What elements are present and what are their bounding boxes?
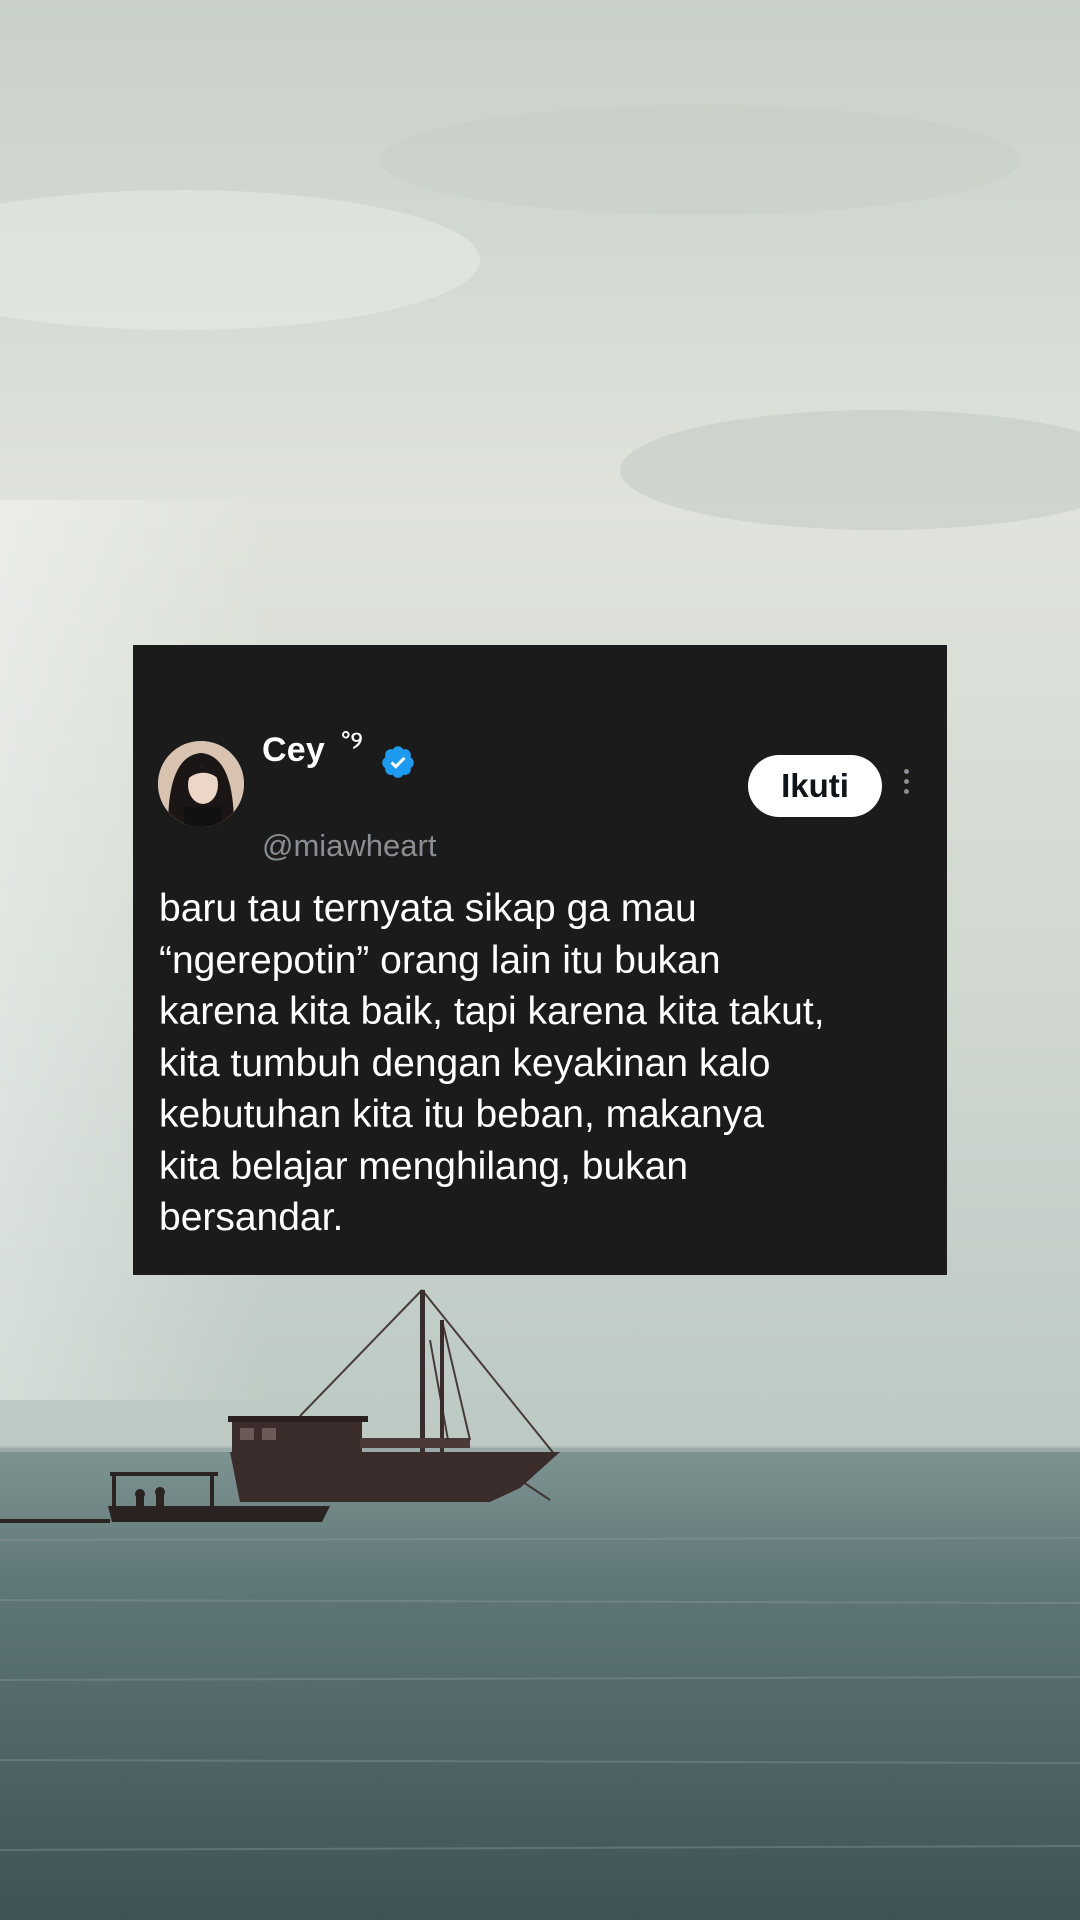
verified-badge-icon [382,746,414,778]
name-emoji: °୨ [341,727,363,754]
tweet-card: Cey °୨ @miawheart Ikuti baru tau ternyat… [133,645,947,1275]
avatar[interactable] [158,741,244,827]
more-vertical-icon[interactable] [901,769,911,803]
user-handle[interactable]: @miawheart [262,828,436,864]
display-name[interactable]: Cey [262,731,325,770]
follow-button[interactable]: Ikuti [748,755,882,817]
tweet-text: baru tau ternyata sikap ga mau “ngerepot… [159,887,825,1239]
